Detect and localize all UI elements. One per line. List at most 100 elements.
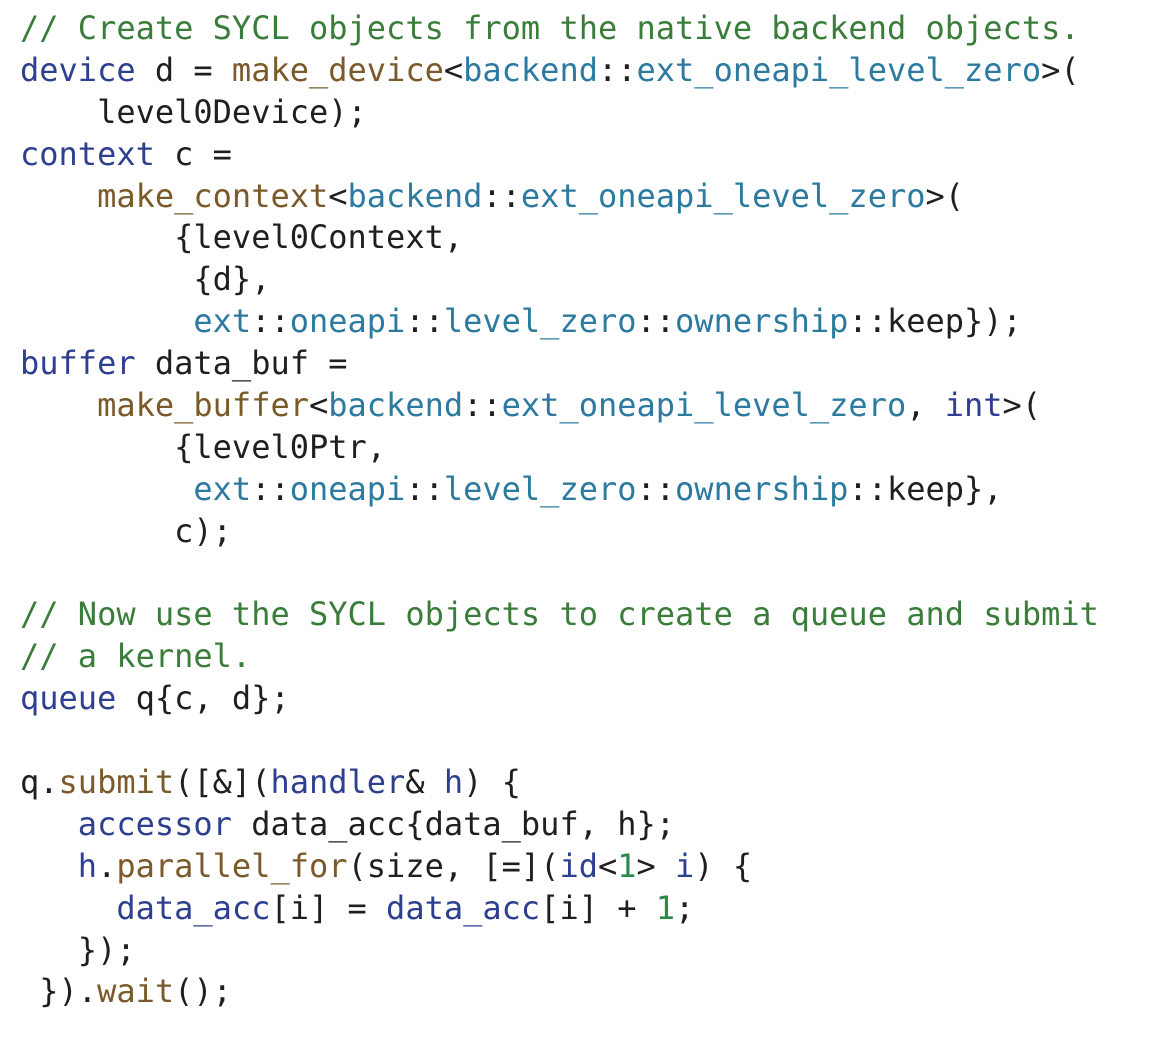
code-token-plain: > <box>636 846 676 885</box>
code-line: {level0Ptr, <box>20 427 1099 469</box>
code-token-plain: (size, [=]( <box>347 846 560 885</box>
code-token-plain: ) { <box>694 846 753 885</box>
code-line: ext::oneapi::level_zero::ownership::keep… <box>20 469 1099 511</box>
code-token-plain: :: <box>251 469 290 508</box>
code-token-namespace: ext_oneapi_level_zero <box>520 176 926 215</box>
code-token-comment: // Create SYCL objects from the native b… <box>20 9 1080 47</box>
code-token-plain: }); <box>20 930 136 969</box>
code-token-plain: (); <box>174 972 232 1011</box>
code-line: {d}, <box>20 259 1099 301</box>
code-token-plain: data_acc{data_buf, h}; <box>231 804 676 843</box>
code-token-namespace: ext_oneapi_level_zero <box>636 50 1042 89</box>
code-line: context c = <box>20 134 1099 176</box>
code-token-plain: q. <box>20 763 59 802</box>
code-token-namespace: ext <box>193 302 252 341</box>
code-token-function: make_context <box>97 176 329 215</box>
code-line: // a kernel. <box>20 636 1099 678</box>
code-token-plain: ::keep}); <box>848 302 1022 341</box>
code-token-keyword: h <box>443 763 464 802</box>
code-token-plain: , <box>906 386 945 425</box>
code-token-plain: {level0Ptr, <box>20 427 387 466</box>
code-line: queue q{c, d}; <box>20 678 1099 720</box>
code-line: {level0Context, <box>20 217 1099 259</box>
code-token-plain: {level0Context, <box>20 218 464 257</box>
code-token-plain: >( <box>1041 50 1080 89</box>
code-line: }).wait(); <box>20 971 1099 1013</box>
code-token-plain: :: <box>597 50 637 89</box>
code-token-plain: < <box>308 386 329 425</box>
code-line: make_context<backend::ext_oneapi_level_z… <box>20 176 1099 218</box>
code-token-function: make_device <box>231 50 444 89</box>
code-line: data_acc[i] = data_acc[i] + 1; <box>20 888 1099 930</box>
code-token-plain: ([&]( <box>174 763 271 802</box>
code-token-plain: :: <box>636 302 676 341</box>
code-token-plain: ::keep}, <box>848 469 1003 508</box>
code-line: // Create SYCL objects from the native b… <box>20 8 1099 50</box>
code-line: }); <box>20 930 1099 972</box>
code-line: level0Device); <box>20 92 1099 134</box>
code-token-plain: :: <box>405 469 444 508</box>
code-token-plain: c); <box>20 511 232 550</box>
code-token-namespace: ownership <box>675 469 849 508</box>
code-token-function: parallel_for <box>116 846 348 885</box>
code-token-keyword: data_acc <box>386 888 541 927</box>
code-token-comment: // Now use the SYCL objects to create a … <box>20 595 1099 634</box>
code-token-comment: // a kernel. <box>20 637 252 676</box>
code-token-keyword: context <box>20 134 155 173</box>
code-token-plain: < <box>328 176 348 215</box>
code-token-plain: < <box>443 50 464 89</box>
code-token-plain: :: <box>463 386 502 425</box>
code-token-keyword: buffer <box>20 344 136 383</box>
code-token-keyword: i <box>675 846 695 885</box>
code-token-plain: :: <box>636 469 676 508</box>
code-token-plain: :: <box>482 176 521 215</box>
code-token-plain: >( <box>1002 386 1042 425</box>
code-token-plain: data_buf = <box>135 344 348 383</box>
code-token-plain: [i] = <box>270 888 387 927</box>
code-line: q.submit([&](handler& h) { <box>20 762 1099 804</box>
code-token-namespace: ext <box>193 469 252 508</box>
code-token-keyword: queue <box>20 679 117 718</box>
code-token-namespace: backend <box>328 386 464 425</box>
code-token-plain: level0Device); <box>20 92 367 131</box>
code-token-plain: [i] + <box>540 888 656 927</box>
code-token-keyword: id <box>559 846 598 885</box>
code-token-namespace: backend <box>347 176 483 215</box>
code-line: ext::oneapi::level_zero::ownership::keep… <box>20 301 1099 343</box>
code-token-plain: q{c, d}; <box>116 679 290 718</box>
code-listing: // Create SYCL objects from the native b… <box>20 8 1099 1013</box>
code-token-namespace: ownership <box>675 302 849 341</box>
code-token-plain: . <box>97 846 117 885</box>
code-token-plain: :: <box>405 302 444 341</box>
code-token-function: wait <box>97 972 175 1011</box>
code-token-namespace: oneapi <box>289 302 406 341</box>
code-line: c); <box>20 511 1099 553</box>
code-token-function: submit <box>58 763 175 802</box>
code-token-keyword: handler <box>270 763 406 802</box>
code-token-number: 1 <box>617 846 637 885</box>
code-line: device d = make_device<backend::ext_onea… <box>20 50 1099 92</box>
code-token-plain: ; <box>675 888 695 927</box>
code-line: accessor data_acc{data_buf, h}; <box>20 804 1099 846</box>
code-token-keyword: h <box>77 846 98 885</box>
code-token-keyword: data_acc <box>116 888 271 927</box>
code-token-plain: >( <box>925 176 965 215</box>
code-token-plain: c = <box>154 134 232 173</box>
code-token-plain: }). <box>20 972 98 1011</box>
code-line: buffer data_buf = <box>20 343 1099 385</box>
code-token-number: 1 <box>655 888 676 927</box>
code-token-plain: < <box>597 846 618 885</box>
code-token-plain: & <box>405 763 444 802</box>
code-token-keyword: accessor <box>77 804 232 843</box>
code-token-namespace: backend <box>463 50 598 89</box>
code-token-keyword: int <box>944 386 1003 425</box>
